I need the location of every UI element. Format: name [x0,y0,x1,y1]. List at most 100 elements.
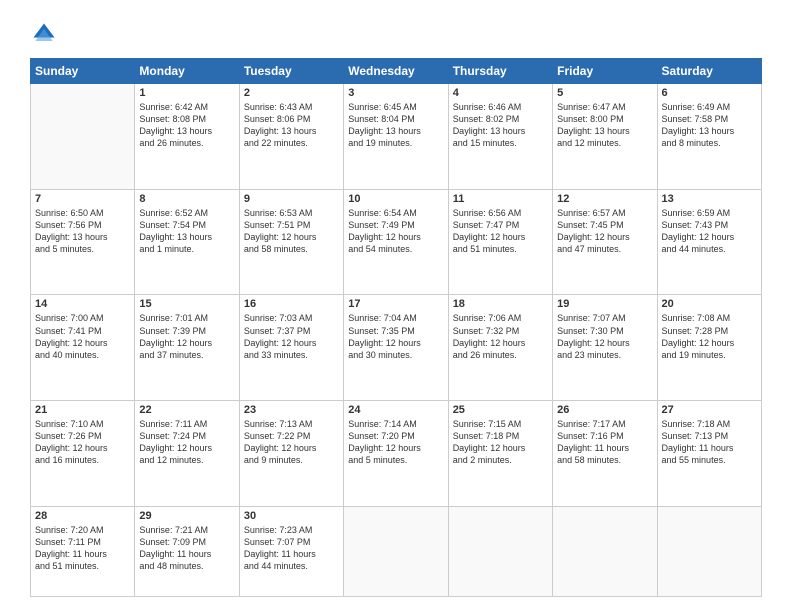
day-cell: 7 Sunrise: 6:50 AM Sunset: 7:56 PM Daylig… [31,189,135,295]
day-cell: 15 Sunrise: 7:01 AM Sunset: 7:39 PM Dayli… [135,295,239,401]
day-cell: 5 Sunrise: 6:47 AM Sunset: 8:00 PM Daylig… [553,84,657,190]
day-number: 25 [453,404,548,416]
day-cell: 2 Sunrise: 6:43 AM Sunset: 8:06 PM Daylig… [239,84,343,190]
day-cell: 28Sunrise: 7:20 AM Sunset: 7:11 PM Dayli… [31,506,135,596]
day-cell: 11Sunrise: 6:56 AM Sunset: 7:47 PM Dayli… [448,189,552,295]
day-number: 20 [662,298,757,310]
day-cell: 17 Sunrise: 7:04 AM Sunset: 7:35 PM Dayli… [344,295,448,401]
page-header [30,20,762,48]
day-number: 9 [244,193,339,205]
day-cell: 26 Sunrise: 7:17 AM Sunset: 7:16 PM Dayli… [553,401,657,507]
day-cell [448,506,552,596]
day-info: Sunrise: 6:45 AM Sunset: 8:04 PM Dayligh… [348,101,443,150]
day-info: Sunrise: 7:18 AM Sunset: 7:13 PM Dayligh… [662,418,757,467]
day-number: 26 [557,404,652,416]
day-cell [657,506,761,596]
day-cell: 24Sunrise: 7:14 AM Sunset: 7:20 PM Dayli… [344,401,448,507]
day-number: 19 [557,298,652,310]
day-info: Sunrise: 6:43 AM Sunset: 8:06 PM Dayligh… [244,101,339,150]
day-info: Sunrise: 6:53 AM Sunset: 7:51 PM Dayligh… [244,207,339,256]
day-cell: 10 Sunrise: 6:54 AM Sunset: 7:49 PM Dayli… [344,189,448,295]
week-row: 28Sunrise: 7:20 AM Sunset: 7:11 PM Dayli… [31,506,762,596]
day-number: 4 [453,87,548,99]
day-info: Sunrise: 7:04 AM Sunset: 7:35 PM Dayligh… [348,312,443,361]
day-cell: 9 Sunrise: 6:53 AM Sunset: 7:51 PM Daylig… [239,189,343,295]
day-info: Sunrise: 7:21 AM Sunset: 7:09 PM Dayligh… [139,524,234,573]
day-cell: 22 Sunrise: 7:11 AM Sunset: 7:24 PM Dayli… [135,401,239,507]
day-info: Sunrise: 7:15 AM Sunset: 7:18 PM Dayligh… [453,418,548,467]
header-day: Thursday [448,59,552,84]
day-cell [553,506,657,596]
day-cell: 29 Sunrise: 7:21 AM Sunset: 7:09 PM Dayli… [135,506,239,596]
calendar: SundayMondayTuesdayWednesdayThursdayFrid… [30,58,762,597]
day-cell: 21 Sunrise: 7:10 AM Sunset: 7:26 PM Dayli… [31,401,135,507]
day-info: Sunrise: 6:57 AM Sunset: 7:45 PM Dayligh… [557,207,652,256]
day-number: 8 [139,193,234,205]
week-row: 14Sunrise: 7:00 AM Sunset: 7:41 PM Dayli… [31,295,762,401]
day-info: Sunrise: 6:49 AM Sunset: 7:58 PM Dayligh… [662,101,757,150]
day-number: 18 [453,298,548,310]
day-info: Sunrise: 7:07 AM Sunset: 7:30 PM Dayligh… [557,312,652,361]
day-number: 5 [557,87,652,99]
day-info: Sunrise: 7:06 AM Sunset: 7:32 PM Dayligh… [453,312,548,361]
day-cell [31,84,135,190]
header-day: Tuesday [239,59,343,84]
day-number: 15 [139,298,234,310]
day-cell: 19 Sunrise: 7:07 AM Sunset: 7:30 PM Dayli… [553,295,657,401]
day-cell: 3 Sunrise: 6:45 AM Sunset: 8:04 PM Daylig… [344,84,448,190]
day-cell: 12Sunrise: 6:57 AM Sunset: 7:45 PM Dayli… [553,189,657,295]
header-day: Friday [553,59,657,84]
day-cell: 20 Sunrise: 7:08 AM Sunset: 7:28 PM Dayli… [657,295,761,401]
day-info: Sunrise: 6:46 AM Sunset: 8:02 PM Dayligh… [453,101,548,150]
day-number: 2 [244,87,339,99]
day-number: 1 [139,87,234,99]
day-info: Sunrise: 7:17 AM Sunset: 7:16 PM Dayligh… [557,418,652,467]
day-number: 14 [35,298,130,310]
day-info: Sunrise: 6:47 AM Sunset: 8:00 PM Dayligh… [557,101,652,150]
day-cell: 25 Sunrise: 7:15 AM Sunset: 7:18 PM Dayli… [448,401,552,507]
day-number: 16 [244,298,339,310]
day-number: 23 [244,404,339,416]
day-cell: 16 Sunrise: 7:03 AM Sunset: 7:37 PM Dayli… [239,295,343,401]
day-info: Sunrise: 6:54 AM Sunset: 7:49 PM Dayligh… [348,207,443,256]
day-info: Sunrise: 7:01 AM Sunset: 7:39 PM Dayligh… [139,312,234,361]
day-number: 10 [348,193,443,205]
day-cell: 13Sunrise: 6:59 AM Sunset: 7:43 PM Dayli… [657,189,761,295]
day-info: Sunrise: 6:52 AM Sunset: 7:54 PM Dayligh… [139,207,234,256]
day-cell: 23 Sunrise: 7:13 AM Sunset: 7:22 PM Dayli… [239,401,343,507]
day-number: 17 [348,298,443,310]
logo [30,20,64,48]
day-cell: 18 Sunrise: 7:06 AM Sunset: 7:32 PM Dayli… [448,295,552,401]
day-cell: 30Sunrise: 7:23 AM Sunset: 7:07 PM Dayli… [239,506,343,596]
day-cell: 8 Sunrise: 6:52 AM Sunset: 7:54 PM Daylig… [135,189,239,295]
day-number: 21 [35,404,130,416]
day-info: Sunrise: 6:56 AM Sunset: 7:47 PM Dayligh… [453,207,548,256]
day-cell: 6 Sunrise: 6:49 AM Sunset: 7:58 PM Daylig… [657,84,761,190]
day-number: 7 [35,193,130,205]
day-cell: 4 Sunrise: 6:46 AM Sunset: 8:02 PM Daylig… [448,84,552,190]
day-info: Sunrise: 6:42 AM Sunset: 8:08 PM Dayligh… [139,101,234,150]
week-row: 7 Sunrise: 6:50 AM Sunset: 7:56 PM Daylig… [31,189,762,295]
day-info: Sunrise: 7:03 AM Sunset: 7:37 PM Dayligh… [244,312,339,361]
day-number: 30 [244,510,339,522]
day-number: 6 [662,87,757,99]
logo-icon [30,20,58,48]
header-day: Sunday [31,59,135,84]
day-info: Sunrise: 7:10 AM Sunset: 7:26 PM Dayligh… [35,418,130,467]
header-day: Wednesday [344,59,448,84]
day-info: Sunrise: 7:13 AM Sunset: 7:22 PM Dayligh… [244,418,339,467]
day-number: 3 [348,87,443,99]
day-number: 29 [139,510,234,522]
day-info: Sunrise: 7:14 AM Sunset: 7:20 PM Dayligh… [348,418,443,467]
day-info: Sunrise: 6:50 AM Sunset: 7:56 PM Dayligh… [35,207,130,256]
day-cell: 1 Sunrise: 6:42 AM Sunset: 8:08 PM Daylig… [135,84,239,190]
header-row: SundayMondayTuesdayWednesdayThursdayFrid… [31,59,762,84]
day-info: Sunrise: 7:20 AM Sunset: 7:11 PM Dayligh… [35,524,130,573]
day-cell [344,506,448,596]
day-number: 27 [662,404,757,416]
day-number: 22 [139,404,234,416]
week-row: 21 Sunrise: 7:10 AM Sunset: 7:26 PM Dayli… [31,401,762,507]
day-info: Sunrise: 7:11 AM Sunset: 7:24 PM Dayligh… [139,418,234,467]
day-info: Sunrise: 7:08 AM Sunset: 7:28 PM Dayligh… [662,312,757,361]
day-number: 13 [662,193,757,205]
